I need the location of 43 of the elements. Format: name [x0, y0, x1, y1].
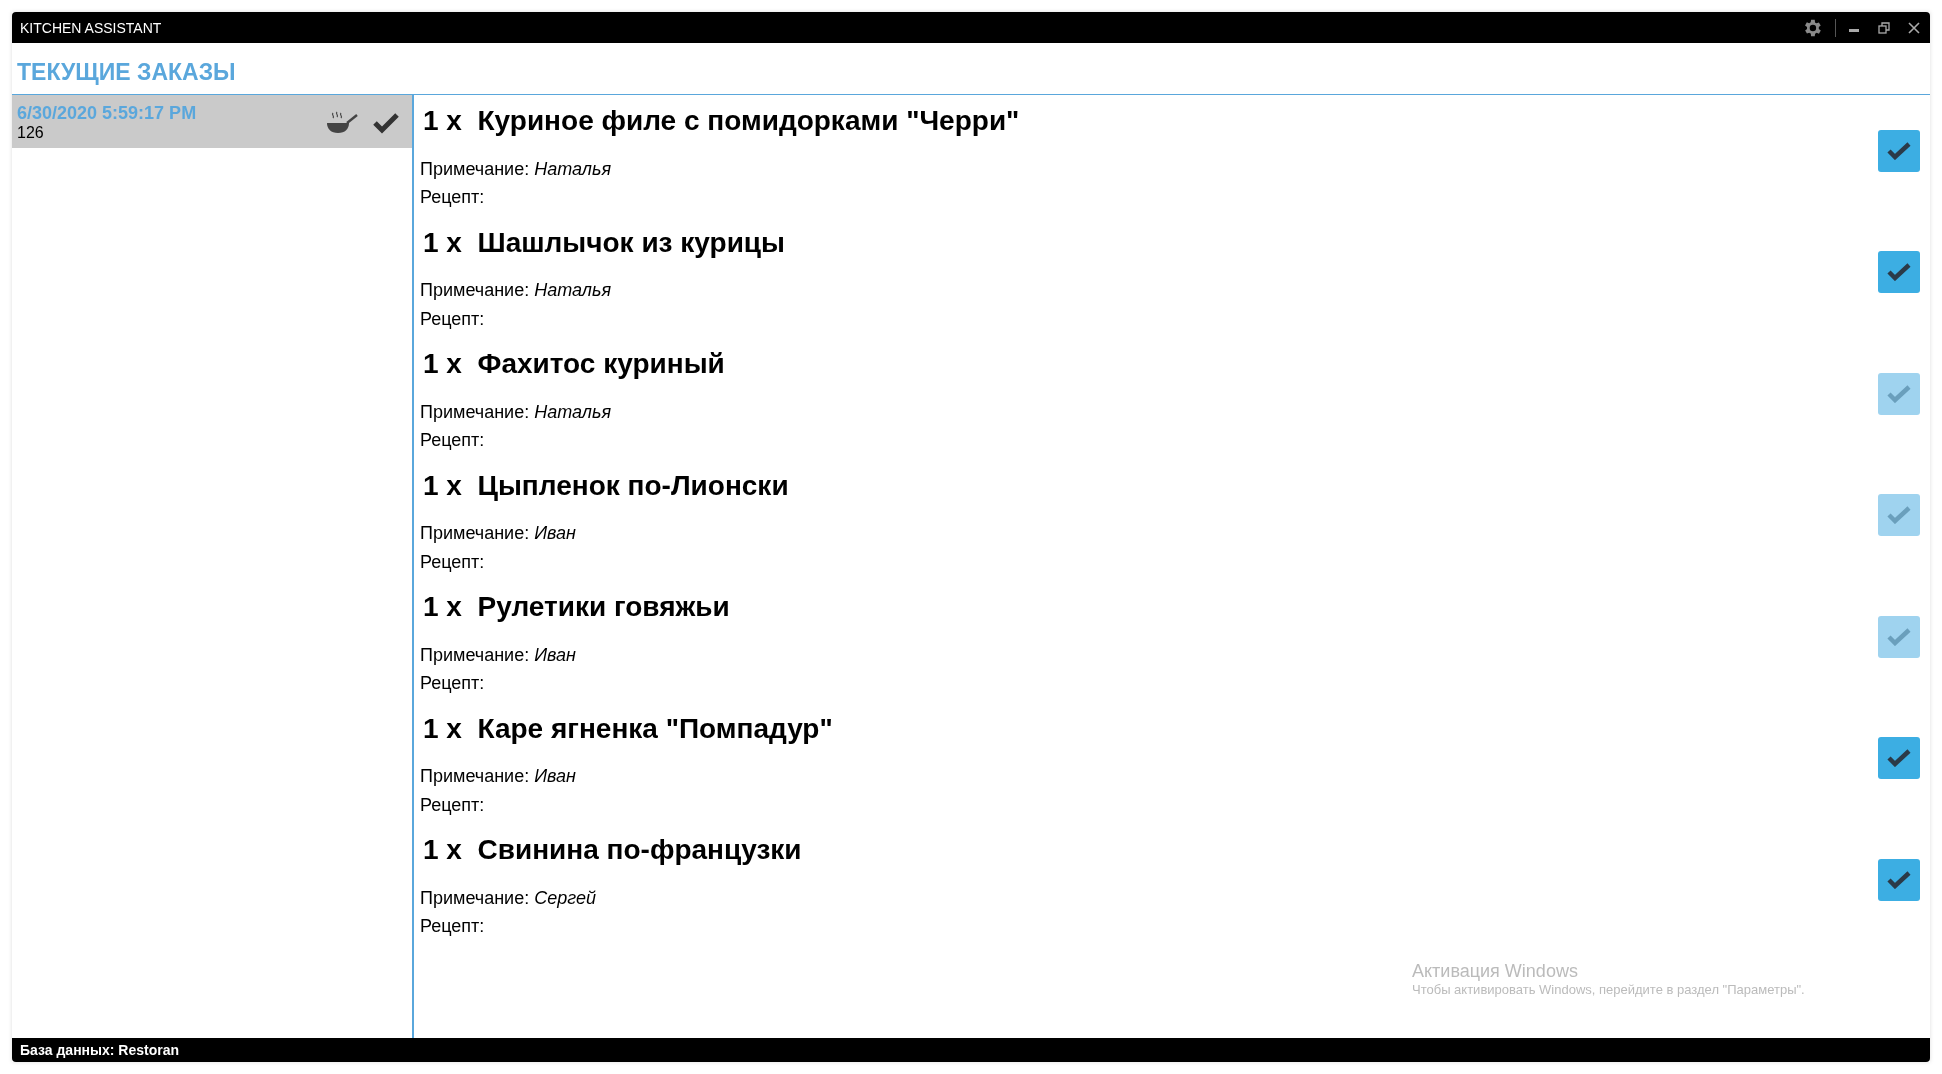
recipe-label: Рецепт: [420, 430, 486, 451]
dish-note: Примечание: Наталья [420, 400, 613, 424]
check-icon [1887, 263, 1911, 282]
check-icon[interactable] [372, 111, 400, 134]
check-icon [1887, 384, 1911, 403]
frying-pan-icon[interactable] [326, 109, 358, 136]
dish-name: 1 x Куриное филе с помидорками "Черри" [422, 104, 1021, 138]
dish-note: Примечание: Сергей [420, 886, 597, 910]
close-icon[interactable] [1908, 21, 1920, 34]
order-time: 6/30/2020 5:59:17 PM [17, 103, 198, 124]
recipe-label: Рецепт: [420, 794, 486, 816]
activation-title: Активация Windows [1412, 961, 1579, 982]
activation-text: Чтобы активировать Windows, перейдите в раздел "Параметры". [1412, 982, 1805, 997]
dish-name: 1 x Свинина по-французки [422, 833, 803, 867]
order-number: 126 [17, 124, 45, 142]
check-icon [1887, 870, 1911, 889]
dish-name: 1 x Рулетики говяжьи [422, 590, 731, 624]
recipe-label: Рецепт: [420, 551, 486, 573]
recipe-label: Рецепт: [420, 916, 486, 937]
dish-note: Примечание: Иван [420, 643, 577, 667]
dish-name: 1 x Шашлычок из курицы [422, 225, 786, 260]
check-icon [1887, 749, 1911, 768]
recipe-label: Рецепт: [420, 308, 486, 330]
dish-name: 1 x Каре ягненка "Помпадур" [422, 711, 834, 746]
recipe-label: Рецепт: [420, 673, 486, 694]
done-button[interactable] [1878, 858, 1920, 901]
check-icon [1887, 506, 1911, 525]
window-title: KITCHEN ASSISTANT [20, 19, 162, 36]
dish-name: 1 x Фахитос куриный [422, 347, 726, 381]
order-item[interactable]: 6/30/2020 5:59:17 PM 126 [12, 95, 412, 148]
dish-note: Примечание: Иван [420, 522, 577, 545]
dish-note: Примечание: Наталья [420, 279, 613, 302]
restore-icon[interactable] [1878, 21, 1890, 34]
check-icon [1887, 141, 1911, 160]
status-text: База данных: Restoran [20, 1042, 180, 1058]
recipe-label: Рецепт: [420, 187, 486, 208]
done-button[interactable] [1878, 129, 1920, 172]
dish-note: Примечание: Наталья [420, 157, 613, 181]
check-icon [1887, 627, 1911, 646]
dish-name: 1 x Цыпленок по-Лионски [422, 468, 790, 503]
done-button[interactable] [1878, 737, 1920, 780]
dish-note: Примечание: Иван [420, 765, 577, 788]
done-button[interactable] [1878, 251, 1920, 294]
